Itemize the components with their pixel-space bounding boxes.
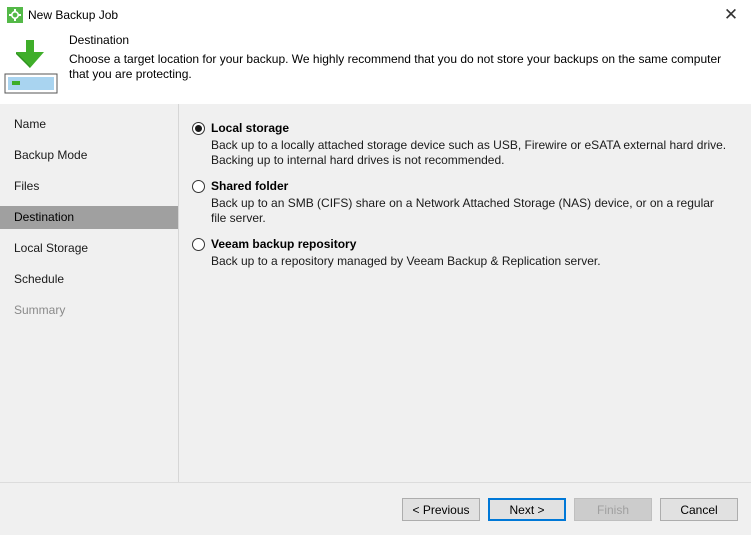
shared-folder-label[interactable]: Shared folder xyxy=(211,179,288,193)
nav-step-destination[interactable]: Destination xyxy=(0,206,178,229)
veeam-app-icon xyxy=(7,7,23,23)
next-button[interactable]: Next > xyxy=(488,498,566,521)
shared-folder-description: Back up to an SMB (CIFS) share on a Netw… xyxy=(211,196,714,225)
nav-step-schedule[interactable]: Schedule xyxy=(0,268,178,291)
nav-step-summary: Summary xyxy=(14,303,66,317)
title-bar: New Backup Job ✕ xyxy=(0,0,751,30)
download-drive-icon xyxy=(4,40,58,96)
nav-step-name[interactable]: Name xyxy=(0,113,178,136)
page-description: Choose a target location for your backup… xyxy=(69,52,722,81)
local-storage-label[interactable]: Local storage xyxy=(211,121,289,135)
finish-button: Finish xyxy=(574,498,652,521)
window-title: New Backup Job xyxy=(28,8,119,22)
wizard-steps-nav: Name Backup Mode Files Destination Local… xyxy=(0,104,178,482)
wizard-header: Destination Choose a target location for… xyxy=(0,30,751,104)
page-title: Destination xyxy=(69,33,130,47)
close-icon: ✕ xyxy=(723,5,739,24)
veeam-repository-description: Back up to a repository managed by Veeam… xyxy=(211,254,601,268)
wizard-footer: < Previous Next > Finish Cancel xyxy=(0,483,751,535)
nav-step-backup-mode[interactable]: Backup Mode xyxy=(0,144,178,167)
nav-step-local-storage[interactable]: Local Storage xyxy=(0,237,178,260)
nav-step-files[interactable]: Files xyxy=(0,175,178,198)
destination-options: Local storage Back up to a locally attac… xyxy=(179,104,751,482)
veeam-repository-radio[interactable] xyxy=(192,238,205,251)
shared-folder-radio[interactable] xyxy=(192,180,205,193)
local-storage-radio[interactable] xyxy=(192,122,205,135)
previous-button[interactable]: < Previous xyxy=(402,498,480,521)
veeam-repository-label[interactable]: Veeam backup repository xyxy=(211,237,356,251)
local-storage-description: Back up to a locally attached storage de… xyxy=(211,138,727,167)
cancel-button[interactable]: Cancel xyxy=(660,498,738,521)
close-button[interactable]: ✕ xyxy=(711,0,751,30)
